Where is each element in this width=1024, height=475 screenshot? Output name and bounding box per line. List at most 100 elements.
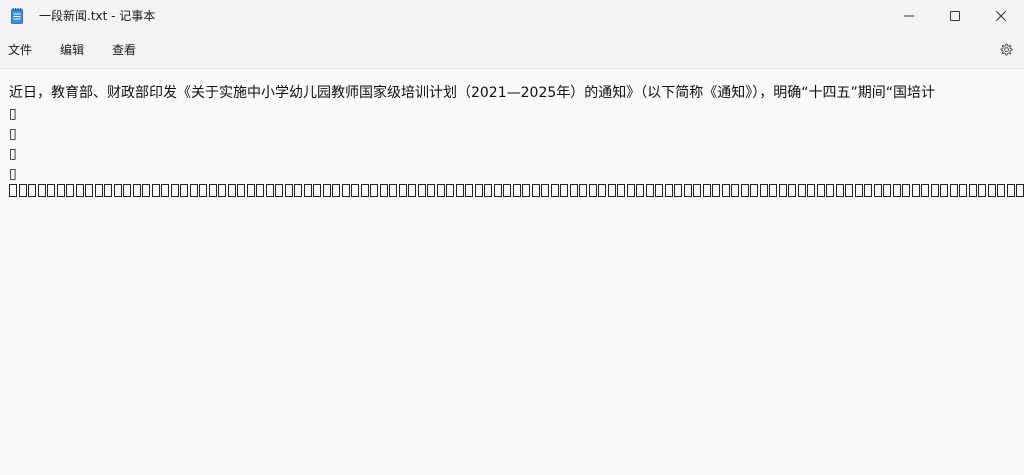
editor-line-5: ▯ xyxy=(9,166,17,182)
missing-glyph-box xyxy=(294,184,302,197)
missing-glyph-box xyxy=(550,184,559,197)
missing-glyph-box xyxy=(332,184,340,197)
notepad-window: 一段新闻.txt - 记事本 文件 编辑 查看 近日，教育部、财政部印发《关于实… xyxy=(0,0,1024,475)
missing-glyph-box xyxy=(379,184,388,197)
settings-button[interactable] xyxy=(996,40,1016,60)
missing-glyph-box xyxy=(1006,184,1015,197)
menu-edit[interactable]: 编辑 xyxy=(60,42,84,58)
missing-glyph-box xyxy=(161,184,169,197)
missing-glyph-box xyxy=(987,184,996,197)
menu-file[interactable]: 文件 xyxy=(8,42,32,58)
missing-glyph-box xyxy=(845,184,853,197)
missing-glyph-box xyxy=(883,184,891,197)
missing-glyph-box xyxy=(788,184,796,197)
missing-glyph-box xyxy=(645,184,654,197)
missing-glyph-box xyxy=(85,184,93,197)
window-controls xyxy=(886,0,1024,32)
missing-glyph-box xyxy=(626,184,635,197)
missing-glyph-box xyxy=(930,184,939,197)
menu-bar: 文件 编辑 查看 xyxy=(0,32,1024,69)
missing-glyph-box xyxy=(275,184,283,197)
missing-glyph-box xyxy=(313,184,321,197)
missing-glyph-box xyxy=(246,184,255,197)
missing-glyph-box xyxy=(579,184,587,197)
maximize-icon xyxy=(950,11,960,21)
missing-glyph-box xyxy=(968,184,977,197)
missing-glyph-box xyxy=(560,184,568,197)
missing-glyph-box xyxy=(902,184,910,197)
missing-glyph-box xyxy=(636,184,644,197)
text-editor[interactable]: 近日，教育部、财政部印发《关于实施中小学幼儿园教师国家级培训计划（2021—20… xyxy=(0,69,1024,475)
missing-glyph-box xyxy=(28,184,36,197)
missing-glyph-box xyxy=(455,184,464,197)
close-icon xyxy=(996,11,1006,21)
missing-glyph-box xyxy=(588,184,597,197)
missing-glyph-box xyxy=(826,184,834,197)
missing-glyph-box xyxy=(465,184,473,197)
missing-glyph-box xyxy=(674,184,682,197)
menu-view[interactable]: 查看 xyxy=(112,42,136,58)
missing-glyph-box xyxy=(104,184,112,197)
missing-glyph-box xyxy=(873,184,882,197)
maximize-button[interactable] xyxy=(932,0,978,32)
missing-glyph-box xyxy=(189,184,198,197)
missing-glyph-box xyxy=(484,184,492,197)
missing-glyph-box xyxy=(769,184,777,197)
missing-glyph-box xyxy=(740,184,749,197)
missing-glyph-box xyxy=(693,184,701,197)
missing-glyph-box xyxy=(170,184,179,197)
missing-glyph-box xyxy=(712,184,720,197)
missing-glyph-box xyxy=(75,184,84,197)
missing-glyph-box xyxy=(237,184,245,197)
window-title: 一段新闻.txt - 记事本 xyxy=(39,9,156,23)
missing-glyph-box xyxy=(360,184,369,197)
missing-glyph-box xyxy=(474,184,483,197)
missing-glyph-box xyxy=(522,184,530,197)
missing-glyph-box xyxy=(113,184,122,197)
missing-glyph-box xyxy=(569,184,578,197)
missing-glyph-box xyxy=(721,184,730,197)
missing-glyph-box xyxy=(218,184,226,197)
missing-glyph-box xyxy=(123,184,131,197)
minimize-button[interactable] xyxy=(886,0,932,32)
missing-glyph-box xyxy=(835,184,844,197)
missing-glyph-box xyxy=(750,184,758,197)
missing-glyph-box xyxy=(284,184,293,197)
missing-glyph-box xyxy=(759,184,768,197)
missing-glyph-box xyxy=(132,184,141,197)
missing-glyph-box xyxy=(256,184,264,197)
missing-glyph-box xyxy=(199,184,207,197)
notepad-icon xyxy=(11,8,23,24)
missing-glyph-box xyxy=(940,184,948,197)
missing-glyph-box xyxy=(322,184,331,197)
missing-glyph-box xyxy=(408,184,416,197)
title-bar[interactable]: 一段新闻.txt - 记事本 xyxy=(0,0,1024,32)
missing-glyph-box xyxy=(598,184,606,197)
missing-glyph-box xyxy=(816,184,825,197)
missing-glyph-box xyxy=(921,184,929,197)
missing-glyph-box xyxy=(864,184,872,197)
missing-glyph-box xyxy=(389,184,397,197)
missing-glyph-box xyxy=(807,184,815,197)
missing-glyph-box xyxy=(778,184,787,197)
missing-glyph-box xyxy=(911,184,920,197)
missing-glyph-box xyxy=(541,184,549,197)
missing-glyph-box xyxy=(797,184,806,197)
missing-glyph-box xyxy=(702,184,711,197)
minimize-icon xyxy=(904,15,914,17)
missing-glyph-box xyxy=(978,184,986,197)
missing-glyph-box xyxy=(351,184,359,197)
gear-icon xyxy=(1000,43,1013,56)
missing-glyph-box xyxy=(398,184,407,197)
missing-glyph-box xyxy=(446,184,454,197)
missing-glyph-box xyxy=(417,184,426,197)
editor-line-4: ▯ xyxy=(9,146,17,162)
close-button[interactable] xyxy=(978,0,1024,32)
missing-glyph-box xyxy=(664,184,673,197)
missing-glyph-box xyxy=(180,184,188,197)
missing-glyph-box xyxy=(892,184,901,197)
missing-glyph-box xyxy=(1016,184,1024,197)
missing-glyph-box xyxy=(341,184,350,197)
editor-line-3: ▯ xyxy=(9,126,17,142)
missing-glyph-box xyxy=(94,184,103,197)
